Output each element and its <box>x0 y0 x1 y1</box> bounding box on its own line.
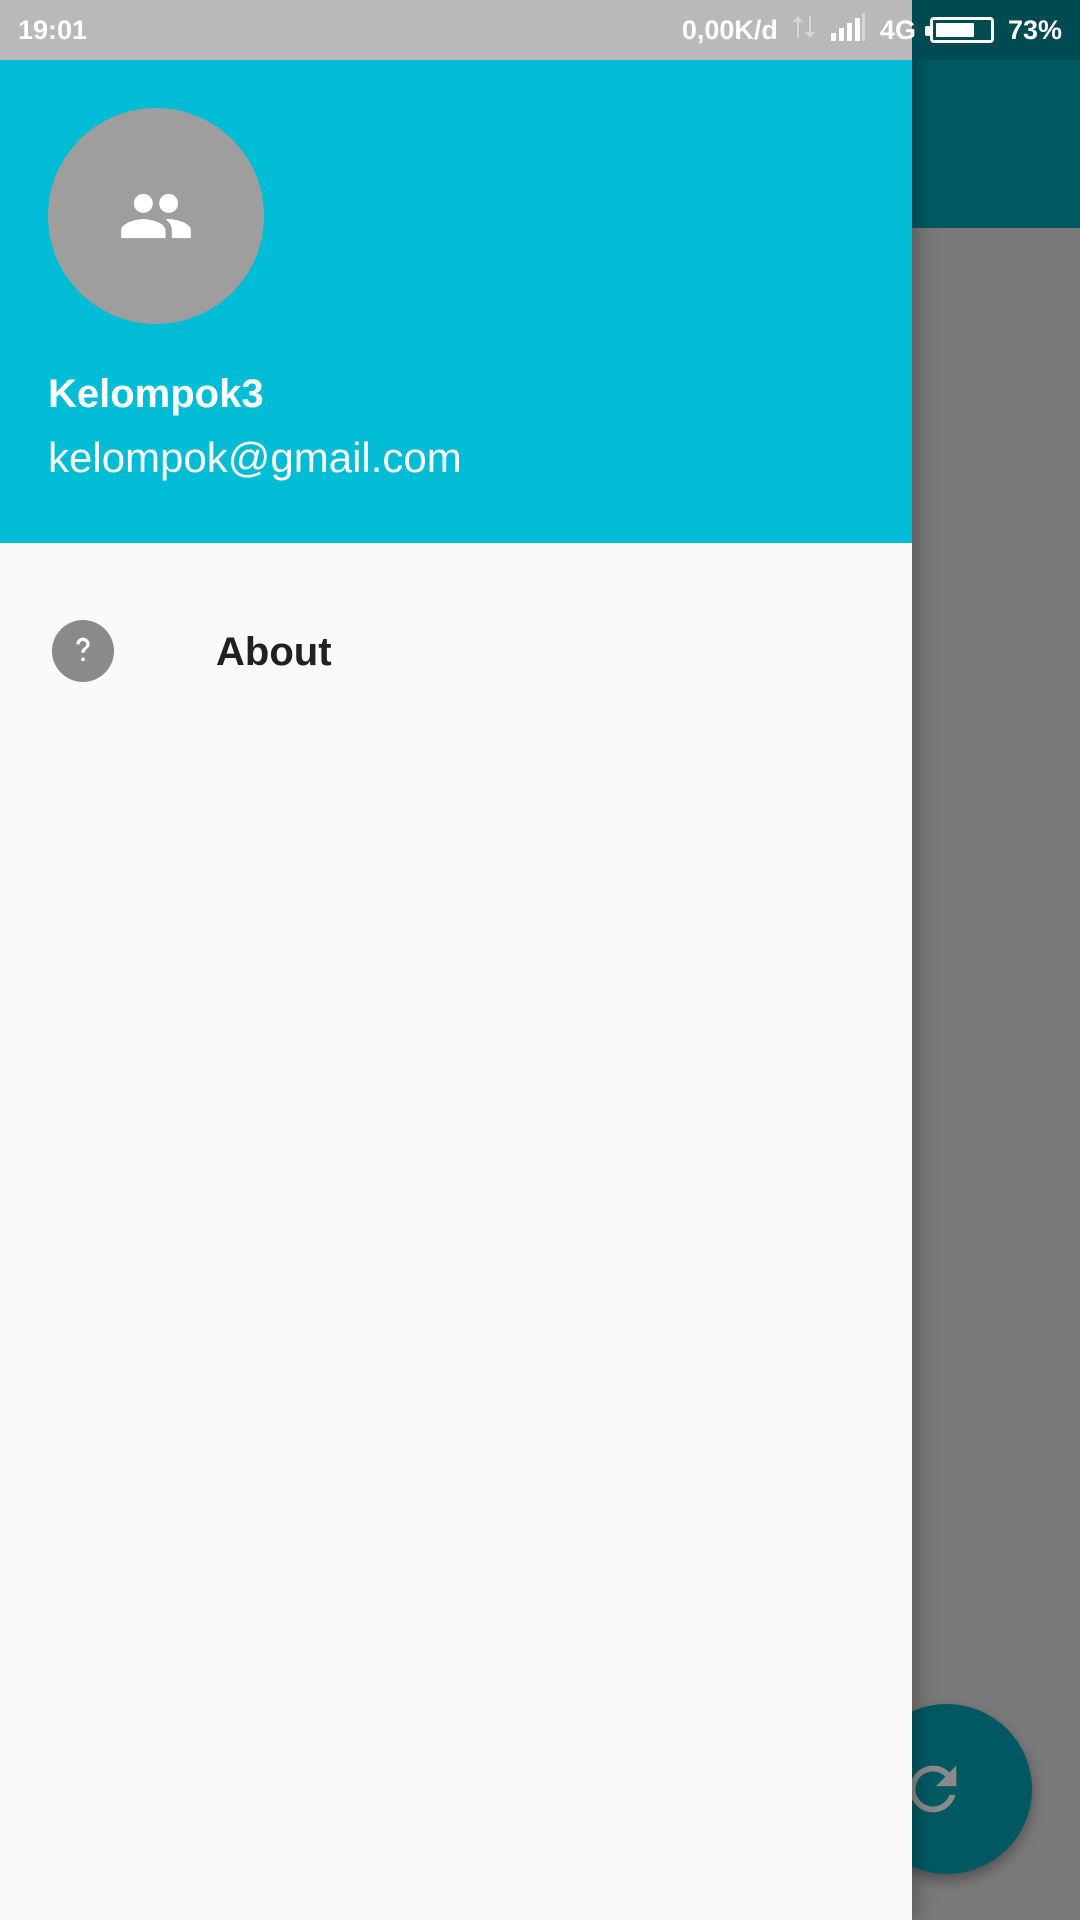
battery-percent: 73% <box>1007 14 1062 45</box>
user-name: Kelompok3 <box>48 372 264 416</box>
avatar[interactable] <box>48 108 264 324</box>
battery-icon <box>924 17 994 43</box>
menu-item-label: About <box>216 630 332 674</box>
group-icon <box>121 193 191 239</box>
battery-level <box>935 23 974 37</box>
net-speed: 0,00K/d <box>681 14 778 45</box>
signal-icon <box>830 12 866 48</box>
help-icon <box>52 620 114 682</box>
menu-item-about[interactable]: About <box>0 590 912 710</box>
drawer-header: Kelompok3 kelompok@gmail.com <box>0 0 912 543</box>
navigation-drawer: Kelompok3 kelompok@gmail.com About <box>0 0 912 1920</box>
status-time: 19:01 <box>18 14 88 45</box>
user-email: kelompok@gmail.com <box>48 434 462 481</box>
status-bar: 19:01 0,00K/d 4G 73% <box>0 0 1080 60</box>
status-indicators: 0,00K/d 4G 73% <box>682 12 1062 49</box>
network-type: 4G <box>879 14 916 45</box>
data-arrows-icon <box>792 12 816 49</box>
